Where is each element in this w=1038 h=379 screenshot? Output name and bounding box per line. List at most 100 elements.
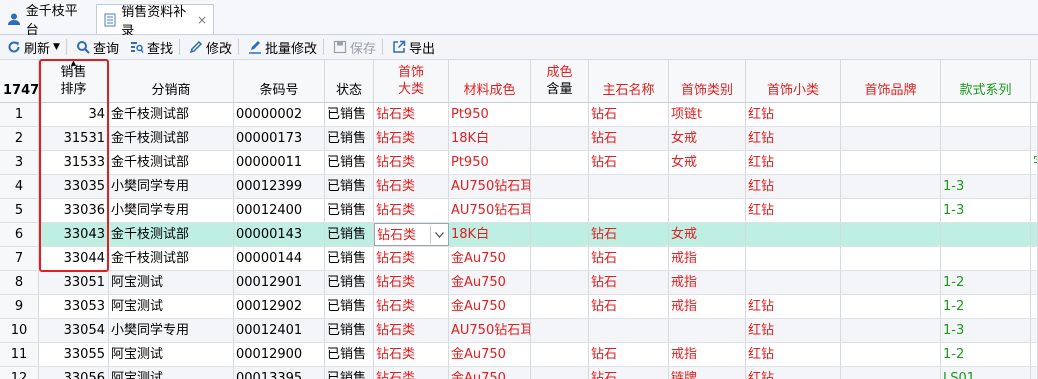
distributor-cell[interactable]: 阿宝测试 bbox=[109, 295, 234, 318]
jewelry-type-cell[interactable] bbox=[669, 319, 746, 342]
category-cell[interactable]: 钻石类 bbox=[374, 367, 449, 379]
jewelry-sub-cell[interactable]: 红钻 bbox=[746, 151, 841, 174]
status-cell[interactable]: 已销售 bbox=[325, 103, 374, 126]
col-distributor-header[interactable]: 分销商 bbox=[109, 60, 234, 102]
status-cell[interactable]: 已销售 bbox=[325, 199, 374, 222]
barcode-cell[interactable]: 00000143 bbox=[234, 223, 325, 246]
jewelry-type-cell[interactable]: 链牌 bbox=[669, 367, 746, 379]
stone-cell[interactable] bbox=[589, 319, 669, 342]
table-row[interactable]: 8 33051 阿宝测试 00012901 已销售 钻石类 金Au750 钻石 戒指 1-2 bbox=[0, 271, 1038, 295]
jewelry-type-cell[interactable]: 戒指 bbox=[669, 343, 746, 366]
brand-cell[interactable] bbox=[841, 319, 941, 342]
col-stone-header[interactable]: 主石名称 bbox=[589, 60, 669, 102]
distributor-cell[interactable]: 金千枝测试部 bbox=[109, 223, 234, 246]
col-jewelry-sub-header[interactable]: 首饰小类 bbox=[746, 60, 841, 102]
series-cell[interactable]: 1-2 bbox=[941, 271, 1031, 294]
barcode-cell[interactable]: 00012400 bbox=[234, 199, 325, 222]
jewelry-sub-cell[interactable] bbox=[746, 223, 841, 246]
barcode-cell[interactable]: 00000011 bbox=[234, 151, 325, 174]
status-cell[interactable]: 已销售 bbox=[325, 295, 374, 318]
purity-cell[interactable] bbox=[531, 247, 589, 270]
col-jewelry-type-header[interactable]: 首饰类别 bbox=[669, 60, 746, 102]
jewelry-sub-cell[interactable]: 红钻 bbox=[746, 127, 841, 150]
table-row[interactable]: 7 33044 金千枝测试部 00000144 已销售 钻石类 金Au750 钻石 戒指 bbox=[0, 247, 1038, 271]
col-material-header[interactable]: 材料成色 bbox=[449, 60, 531, 102]
col-purity-header[interactable]: 成色 含量 bbox=[531, 60, 589, 102]
barcode-cell[interactable]: 00012401 bbox=[234, 319, 325, 342]
jewelry-type-cell[interactable]: 戒指 bbox=[669, 295, 746, 318]
purity-cell[interactable] bbox=[531, 343, 589, 366]
barcode-cell[interactable]: 00012901 bbox=[234, 271, 325, 294]
status-cell[interactable]: 已销售 bbox=[325, 319, 374, 342]
status-cell[interactable]: 已销售 bbox=[325, 175, 374, 198]
status-cell[interactable]: 已销售 bbox=[325, 223, 374, 246]
refresh-button[interactable]: 刷新 ▼ bbox=[0, 36, 64, 58]
jewelry-sub-cell[interactable] bbox=[746, 271, 841, 294]
brand-cell[interactable] bbox=[841, 271, 941, 294]
distributor-cell[interactable]: 阿宝测试 bbox=[109, 367, 234, 379]
jewelry-type-cell[interactable] bbox=[669, 175, 746, 198]
barcode-cell[interactable]: 00000002 bbox=[234, 103, 325, 126]
brand-cell[interactable] bbox=[841, 343, 941, 366]
material-cell[interactable]: 18K白 bbox=[449, 127, 531, 150]
extra-cell[interactable]: 字 bbox=[1031, 151, 1038, 174]
purity-cell[interactable] bbox=[531, 151, 589, 174]
jewelry-type-cell[interactable] bbox=[669, 199, 746, 222]
jewelry-sub-cell[interactable] bbox=[746, 247, 841, 270]
series-cell[interactable]: LS01 bbox=[941, 367, 1031, 379]
stone-cell[interactable] bbox=[589, 199, 669, 222]
query-button[interactable]: 查询 bbox=[69, 36, 123, 58]
series-cell[interactable] bbox=[941, 151, 1031, 174]
jewelry-type-cell[interactable]: 女戒 bbox=[669, 127, 746, 150]
jewelry-type-cell[interactable]: 戒指 bbox=[669, 271, 746, 294]
extra-cell[interactable] bbox=[1031, 175, 1038, 198]
export-button[interactable]: 导出 bbox=[385, 36, 439, 58]
brand-cell[interactable] bbox=[841, 247, 941, 270]
material-cell[interactable]: 金Au750 bbox=[449, 295, 531, 318]
purity-cell[interactable] bbox=[531, 127, 589, 150]
jewelry-type-cell[interactable]: 戒指 bbox=[669, 247, 746, 270]
barcode-cell[interactable]: 00012902 bbox=[234, 295, 325, 318]
table-row[interactable]: 10 33054 小樊同学专用 00012401 已销售 钻石类 AU750钻石耳 红钻 1-3 bbox=[0, 319, 1038, 343]
jewelry-sub-cell[interactable]: 红钻 bbox=[746, 103, 841, 126]
category-cell[interactable]: 钻石类 bbox=[374, 271, 449, 294]
purity-cell[interactable] bbox=[531, 103, 589, 126]
extra-cell[interactable] bbox=[1031, 223, 1038, 246]
brand-cell[interactable] bbox=[841, 295, 941, 318]
brand-cell[interactable] bbox=[841, 103, 941, 126]
stone-cell[interactable]: 钻石 bbox=[589, 247, 669, 270]
status-cell[interactable]: 已销售 bbox=[325, 151, 374, 174]
save-button[interactable]: 保存 bbox=[326, 36, 380, 58]
stone-cell[interactable]: 钻石 bbox=[589, 151, 669, 174]
table-row[interactable]: 9 33053 阿宝测试 00012902 已销售 钻石类 金Au750 钻石 戒指 红钻 1-2 bbox=[0, 295, 1038, 319]
extra-cell[interactable] bbox=[1031, 199, 1038, 222]
stone-cell[interactable]: 钻石 bbox=[589, 271, 669, 294]
extra-cell[interactable] bbox=[1031, 343, 1038, 366]
sort-cell[interactable]: 33044 bbox=[39, 247, 109, 270]
distributor-cell[interactable]: 小樊同学专用 bbox=[109, 199, 234, 222]
category-cell[interactable]: 钻石类 bbox=[374, 103, 449, 126]
category-cell[interactable]: 钻石类 bbox=[374, 223, 449, 246]
extra-cell[interactable] bbox=[1031, 103, 1038, 126]
distributor-cell[interactable]: 阿宝测试 bbox=[109, 271, 234, 294]
jewelry-type-cell[interactable]: 项链t bbox=[669, 103, 746, 126]
sort-cell[interactable]: 33054 bbox=[39, 319, 109, 342]
brand-cell[interactable] bbox=[841, 151, 941, 174]
brand-cell[interactable] bbox=[841, 223, 941, 246]
table-row[interactable]: 11 33055 阿宝测试 00012900 已销售 钻石类 金Au750 钻石 戒指 红钻 1-2 bbox=[0, 343, 1038, 367]
category-cell[interactable]: 钻石类 bbox=[374, 127, 449, 150]
stone-cell[interactable]: 钻石 bbox=[589, 223, 669, 246]
table-row[interactable]: 2 31531 金千枝测试部 00000173 已销售 钻石类 18K白 钻石 女戒 红钻 bbox=[0, 127, 1038, 151]
jewelry-type-cell[interactable]: 女戒 bbox=[669, 151, 746, 174]
col-series-header[interactable]: 款式系列 bbox=[941, 60, 1031, 102]
jewelry-sub-cell[interactable]: 红钻 bbox=[746, 175, 841, 198]
brand-cell[interactable] bbox=[841, 175, 941, 198]
stone-cell[interactable] bbox=[589, 175, 669, 198]
series-cell[interactable]: 1-2 bbox=[941, 295, 1031, 318]
status-cell[interactable]: 已销售 bbox=[325, 271, 374, 294]
edit-button[interactable]: 修改 bbox=[182, 36, 236, 58]
material-cell[interactable]: AU750钻石耳 bbox=[449, 175, 531, 198]
table-row[interactable]: 5 33036 小樊同学专用 00012400 已销售 钻石类 AU750钻石耳 红钻 1-3 bbox=[0, 199, 1038, 223]
col-barcode-header[interactable]: 条码号 bbox=[234, 60, 325, 102]
material-cell[interactable]: 18K白 bbox=[449, 223, 531, 246]
